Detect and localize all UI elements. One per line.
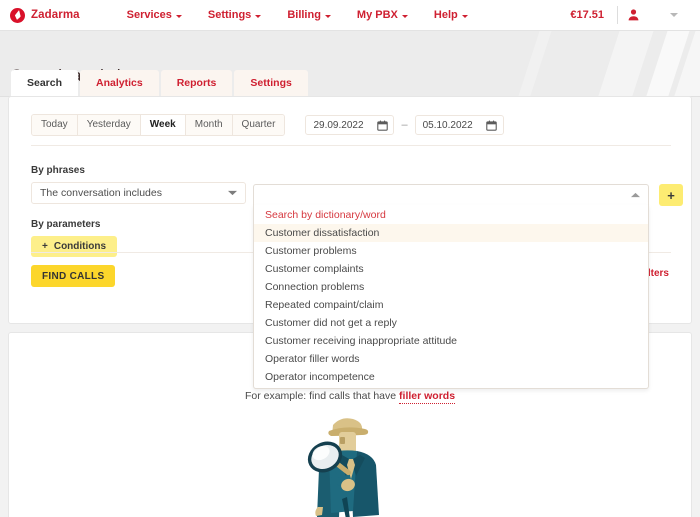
tab-reports-label: Reports — [176, 77, 217, 89]
brand-logo-link[interactable]: Zadarma — [10, 7, 80, 23]
chevron-down-icon — [228, 187, 237, 199]
tab-reports[interactable]: Reports — [160, 70, 233, 96]
dropdown-item-inappropriate-attitude[interactable]: Customer receiving inappropriate attitud… — [254, 332, 648, 350]
nav-right-group: €17.51 — [570, 0, 700, 30]
nav-item-my-pbx[interactable]: My PBX — [344, 9, 421, 21]
by-phrases-label: By phrases — [31, 165, 85, 176]
chevron-down-icon — [175, 14, 182, 18]
date-to-value: 05.10.2022 — [422, 119, 473, 131]
nav-item-settings-label: Settings — [207, 9, 252, 21]
calendar-icon[interactable] — [371, 116, 393, 134]
main-menu: Services Settings Billing My PBX Help — [114, 9, 481, 21]
section-divider — [31, 145, 671, 146]
period-week[interactable]: Week — [140, 115, 186, 135]
tab-search-label: Search — [27, 77, 63, 89]
date-range-group: 29.09.2022 – 05.10.2022 — [305, 115, 504, 135]
filler-words-link[interactable]: filler words — [399, 390, 456, 404]
detective-magnifier-illustration-icon — [285, 415, 415, 517]
phrase-word-select[interactable] — [253, 184, 649, 206]
period-selector: Today Yesterday Week Month Quarter — [31, 114, 286, 136]
nav-item-settings[interactable]: Settings — [195, 9, 274, 21]
date-from-field[interactable]: 29.09.2022 — [305, 115, 395, 135]
example-hint: For example: find calls that have filler… — [9, 390, 691, 404]
dropdown-item-customer-problems[interactable]: Customer problems — [254, 242, 648, 260]
dropdown-item-operator-filler-words[interactable]: Operator filler words — [254, 350, 648, 368]
tab-settings[interactable]: Settings — [234, 70, 308, 96]
dropdown-item-no-reply[interactable]: Customer did not get a reply — [254, 314, 648, 332]
account-balance[interactable]: €17.51 — [570, 9, 617, 21]
nav-item-my-pbx-label: My PBX — [356, 9, 398, 21]
dropdown-item-repeated-complaint[interactable]: Repeated compaint/claim — [254, 296, 648, 314]
tab-bar: Search Analytics Reports Settings — [11, 70, 310, 96]
tab-settings-label: Settings — [250, 77, 292, 89]
plus-icon: + — [667, 187, 675, 203]
date-to-field[interactable]: 05.10.2022 — [414, 115, 504, 135]
dropdown-item-operator-incompetence[interactable]: Operator incompetence — [254, 368, 648, 386]
chevron-down-icon — [461, 14, 468, 18]
period-quarter[interactable]: Quarter — [232, 115, 285, 135]
brand-name: Zadarma — [31, 9, 80, 21]
phrase-condition-select[interactable]: The conversation includes — [31, 182, 246, 204]
tab-search[interactable]: Search — [11, 70, 79, 96]
tab-analytics[interactable]: Analytics — [80, 70, 159, 96]
example-hint-prefix: For example: find calls that have — [244, 390, 400, 402]
dropdown-item-search-by-dictionary[interactable]: Search by dictionary/word — [254, 205, 648, 224]
find-calls-button[interactable]: FIND CALLS — [31, 265, 116, 287]
period-today[interactable]: Today — [32, 115, 78, 135]
chevron-down-icon — [401, 14, 408, 18]
nav-item-services-label: Services — [126, 9, 172, 21]
add-phrase-button[interactable]: + — [659, 184, 683, 206]
chevron-down-icon — [324, 14, 331, 18]
period-month[interactable]: Month — [185, 115, 233, 135]
nav-overflow-button[interactable] — [648, 13, 700, 17]
nav-item-services[interactable]: Services — [114, 9, 195, 21]
add-conditions-label: Conditions — [53, 241, 107, 252]
calendar-icon[interactable] — [481, 116, 503, 134]
date-range-separator: – — [401, 119, 408, 131]
nav-item-billing-label: Billing — [287, 9, 321, 21]
date-from-value: 29.09.2022 — [313, 119, 364, 131]
date-filter-row: Today Yesterday Week Month Quarter 29.09… — [31, 114, 504, 136]
zadarma-drop-logo-icon — [10, 7, 25, 23]
chevron-down-icon — [670, 13, 678, 17]
tab-analytics-label: Analytics — [96, 77, 143, 89]
user-account-button[interactable] — [618, 9, 648, 21]
header-decoration-stripe — [487, 31, 565, 96]
period-yesterday[interactable]: Yesterday — [77, 115, 141, 135]
by-parameters-label: By parameters — [31, 219, 101, 230]
user-icon — [628, 9, 638, 21]
plus-icon: + — [42, 241, 48, 252]
chevron-up-icon[interactable] — [631, 189, 640, 201]
dropdown-item-customer-dissatisfaction[interactable]: Customer dissatisfaction — [254, 224, 648, 242]
phrase-dictionary-dropdown: Search by dictionary/word Customer dissa… — [253, 205, 649, 389]
chevron-down-icon — [255, 14, 262, 18]
add-conditions-button[interactable]: + Conditions — [31, 236, 118, 257]
phrase-condition-value: The conversation includes — [40, 187, 162, 199]
top-navigation-bar: Zadarma Services Settings Billing My PBX… — [0, 0, 700, 31]
nav-item-billing[interactable]: Billing — [274, 9, 344, 21]
dropdown-item-customer-complaints[interactable]: Customer complaints — [254, 260, 648, 278]
dropdown-item-connection-problems[interactable]: Connection problems — [254, 278, 648, 296]
nav-item-help-label: Help — [433, 9, 458, 21]
nav-item-help[interactable]: Help — [421, 9, 481, 21]
